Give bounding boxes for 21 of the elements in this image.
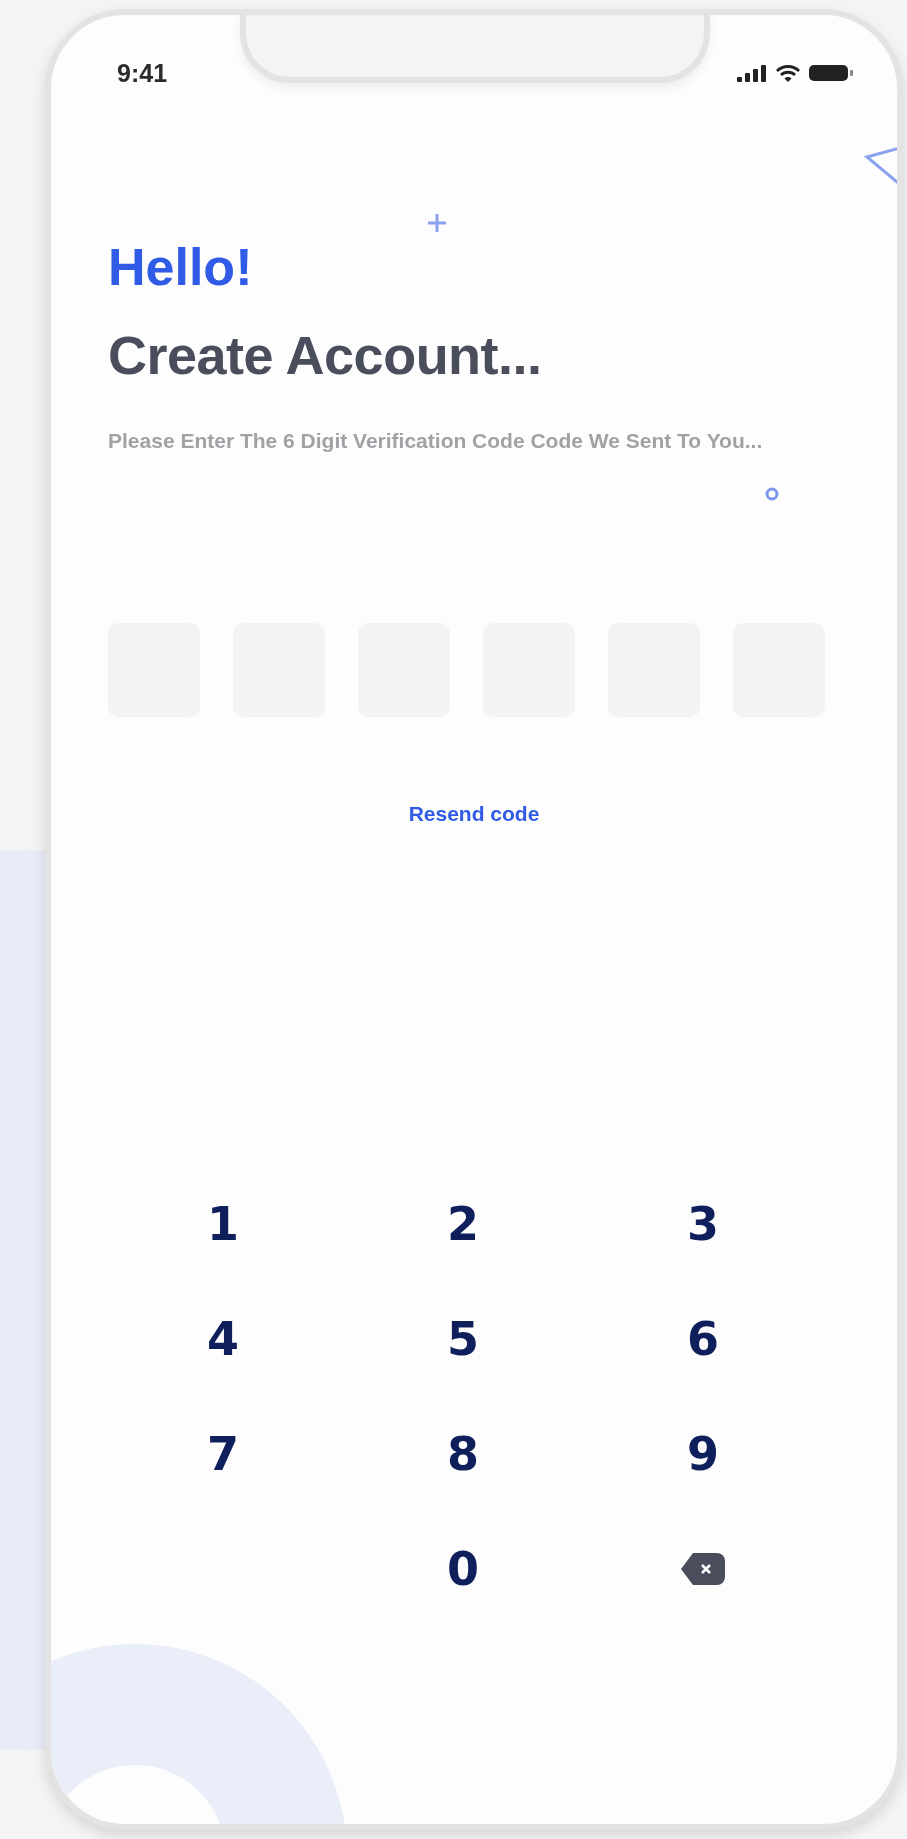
keypad-key[interactable]: 8 xyxy=(435,1426,491,1481)
instruction-text: Please Enter The 6 Digit Verification Code Code We Sent To You... xyxy=(108,428,764,454)
backspace-icon[interactable] xyxy=(679,1550,727,1587)
title-heading: Create Account... xyxy=(108,324,543,387)
keypad-key[interactable]: 6 xyxy=(675,1311,731,1366)
status-time: 9:41 xyxy=(117,58,168,88)
wifi-icon xyxy=(775,63,801,83)
keypad-key[interactable]: 3 xyxy=(675,1196,731,1251)
battery-icon xyxy=(809,64,853,82)
keypad-key[interactable]: 7 xyxy=(195,1426,251,1481)
keypad-key[interactable]: 2 xyxy=(435,1196,491,1251)
signal-icon xyxy=(737,64,767,82)
plus-icon xyxy=(426,212,448,234)
keypad-key[interactable]: 5 xyxy=(435,1311,491,1366)
keypad-key[interactable]: 9 xyxy=(675,1426,731,1481)
keypad-key[interactable]: 0 xyxy=(435,1541,491,1596)
resend-code-link[interactable]: Resend code xyxy=(408,802,540,826)
ring-icon xyxy=(765,487,779,501)
greeting-heading: Hello! xyxy=(108,237,254,297)
keypad-key[interactable]: 1 xyxy=(195,1196,251,1251)
keypad-key[interactable]: 4 xyxy=(195,1311,251,1366)
